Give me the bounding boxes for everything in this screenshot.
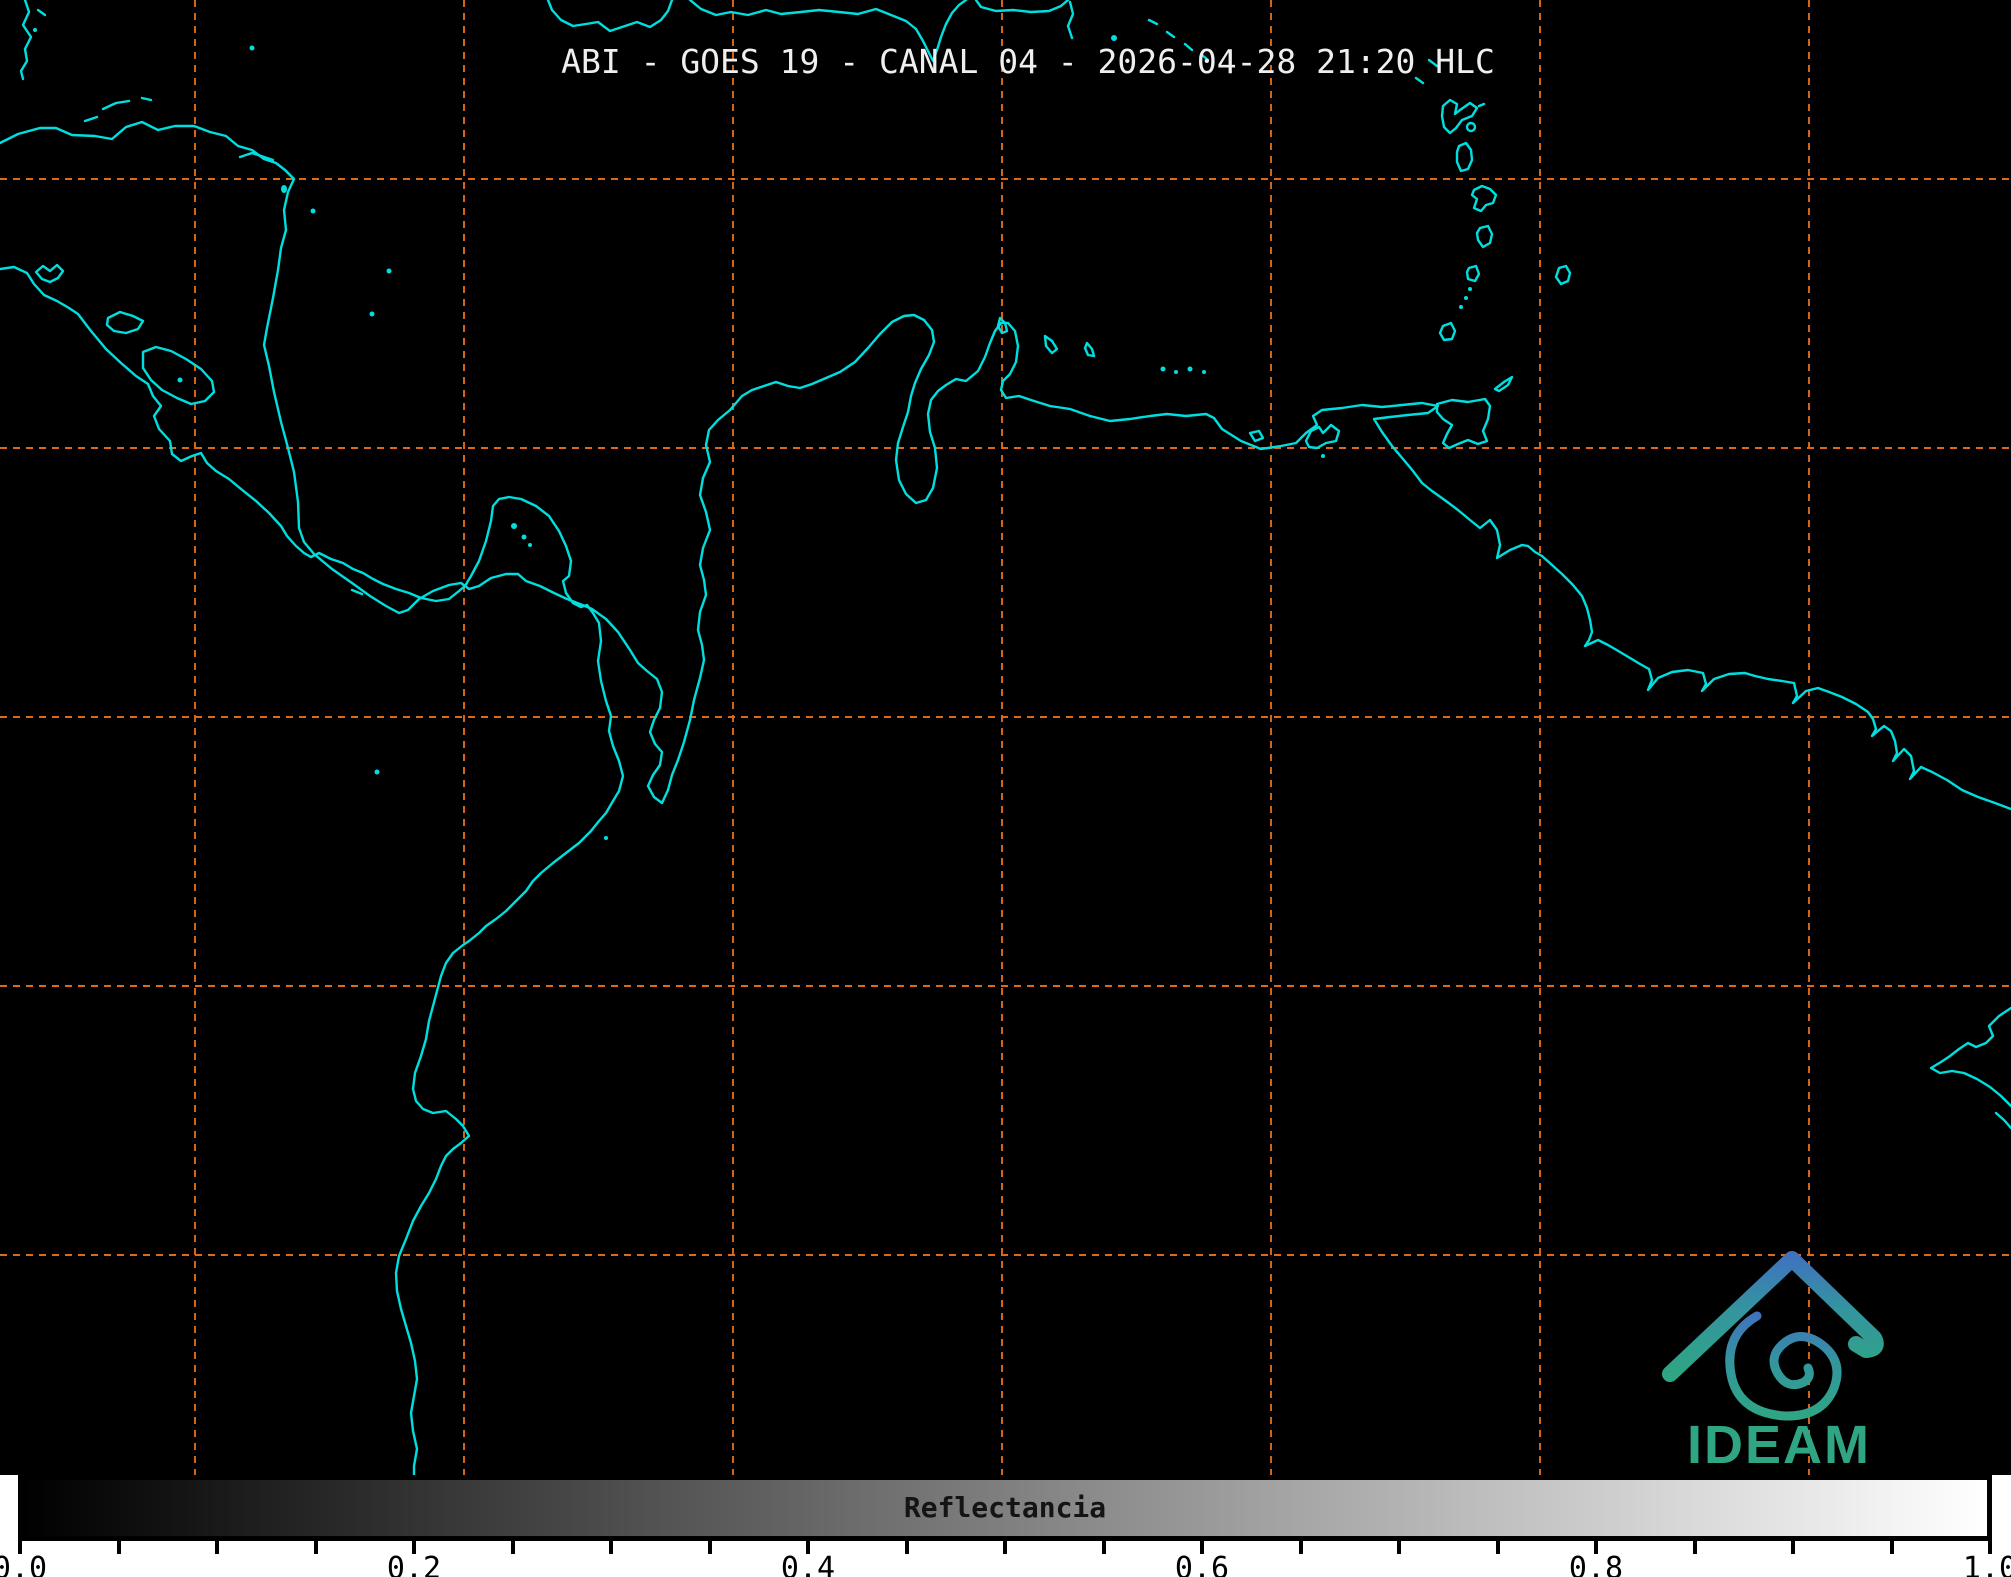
coastline-marie-galante — [1467, 123, 1475, 131]
colorbar-minor-tick — [511, 1541, 515, 1554]
coastline-grenada — [1440, 323, 1455, 340]
colorbar-minor-tick — [314, 1541, 318, 1554]
coastline-hispaniola-west — [548, 0, 672, 31]
colorbar-minor-tick — [609, 1541, 613, 1554]
coastline-st-vincent — [1467, 266, 1479, 281]
coastline-curacao — [1045, 336, 1057, 353]
colorbar-minor-tick — [1496, 1541, 1500, 1554]
coastline-barbados — [1556, 266, 1570, 284]
coastline-bay-islands — [85, 98, 151, 121]
colorbar-minor-tick — [1791, 1541, 1795, 1554]
satellite-image-viewer: IDEAM ABI - GOES 19 - CANAL 04 - 2026-04… — [0, 0, 2011, 1577]
colorbar-minor-tick — [1397, 1541, 1401, 1554]
coastline-martinique — [1472, 186, 1496, 211]
colorbar-minor-tick — [1693, 1541, 1697, 1554]
colorbar-tick-label: 1.0 — [1963, 1551, 2011, 1577]
coastline-caratasca-lagoon — [240, 153, 273, 160]
colorbar-label: Reflectancia — [904, 1491, 1106, 1524]
coastline-tobago — [1495, 377, 1512, 391]
ideam-spiral-icon — [1730, 1316, 1837, 1416]
coastline-guadeloupe — [1442, 100, 1484, 133]
colorbar-minor-tick — [1890, 1541, 1894, 1554]
coastline-st-lucia — [1477, 226, 1492, 247]
colorbar-minor-tick — [117, 1541, 121, 1554]
colorbar-minor-tick — [1003, 1541, 1007, 1554]
ideam-logo-mark — [1670, 1259, 1876, 1416]
satellite-map-canvas: IDEAM ABI - GOES 19 - CANAL 04 - 2026-04… — [0, 0, 2011, 1475]
coastline-belize-fragment — [21, 0, 31, 79]
image-title: ABI - GOES 19 - CANAL 04 - 2026-04-28 21… — [561, 44, 1495, 80]
latlon-grid-lines — [0, 0, 2011, 1475]
colorbar-tick-label: 0.6 — [1175, 1551, 1229, 1577]
colorbar-tick-label: 0.4 — [781, 1551, 835, 1577]
coastline-lake-managua — [107, 312, 143, 333]
coastline-fonseca-islets — [36, 265, 63, 282]
colorbar-tick-label: 0.2 — [387, 1551, 441, 1577]
coastline-outlines — [0, 0, 2011, 1475]
colorbar-minor-tick — [905, 1541, 909, 1554]
coastline-la-tortuga — [1250, 431, 1263, 441]
ideam-logo: IDEAM — [1670, 1259, 1876, 1475]
colorbar-footer: Reflectancia 0.0 0.2 0.4 0.6 0.8 1.0 — [0, 1475, 2011, 1577]
coastline-dominica — [1457, 143, 1472, 171]
coastline-bonaire — [1085, 343, 1094, 356]
coastline-cays-dash — [38, 10, 45, 15]
colorbar-minor-tick — [1299, 1541, 1303, 1554]
colorbar-minor-tick — [708, 1541, 712, 1554]
map-layers: IDEAM — [0, 0, 2011, 1475]
ideam-logo-text: IDEAM — [1687, 1415, 1871, 1475]
colorbar-minor-tick — [215, 1541, 219, 1554]
colorbar: Reflectancia — [18, 1475, 1992, 1541]
coastline-puerto-rico — [976, 0, 1068, 12]
colorbar-tick-label: 0.8 — [1569, 1551, 1623, 1577]
colorbar-minor-tick — [1102, 1541, 1106, 1554]
coastline-caribbean-mainland — [0, 122, 2011, 809]
coastline-vieques-hook — [1068, 2, 1073, 38]
coastline-amazon-mouth — [1931, 1008, 2011, 1128]
colorbar-tick-label: 0.0 — [0, 1551, 47, 1577]
coastline-trinidad — [1437, 399, 1490, 448]
